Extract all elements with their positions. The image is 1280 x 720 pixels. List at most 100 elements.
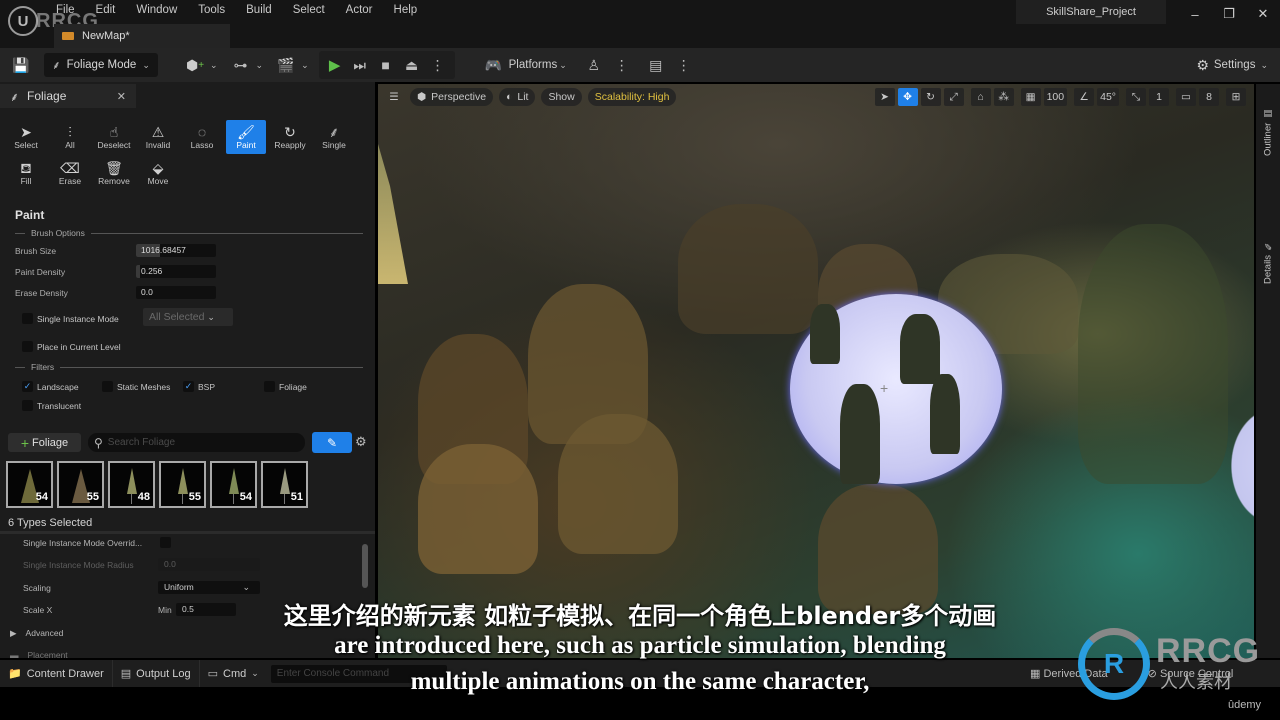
chevron-down-icon[interactable]: ⌄ [559,60,567,71]
foliage-type-thumb[interactable]: 55 [159,461,206,508]
details-scrollbar[interactable] [362,544,368,588]
save-icon[interactable]: 💾 [8,52,34,78]
stop-icon[interactable]: ■ [373,52,399,78]
select-mode-icon[interactable]: ➤ [874,88,895,106]
tree-cluster [818,484,938,614]
menu-tools[interactable]: Tools [198,3,234,16]
more-options-icon[interactable]: ⋮ [425,52,451,78]
blueprint-icon[interactable]: ⊶ [228,52,254,78]
single-radius-field[interactable]: 0.0 [158,558,260,571]
foliage-type-thumb[interactable]: 51 [261,461,308,508]
foliage-tab[interactable]: ⸙ Foliage ✕ [0,84,136,108]
filter-translucent-checkbox[interactable] [22,400,33,411]
world-local-icon[interactable]: ⌂ [970,88,991,106]
foliage-type-thumb[interactable]: 48 [108,461,155,508]
reapply-icon: ↻ [284,124,296,140]
menu-edit[interactable]: Edit [96,3,125,16]
map-tab[interactable]: NewMap* [54,24,230,48]
add-actor-icon[interactable]: ⬢ + [182,52,208,78]
play-icon[interactable]: ▶ [323,56,347,74]
gear-icon[interactable]: ⚙ [355,434,367,450]
menu-build[interactable]: Build [246,3,281,16]
details-tab[interactable]: Details ✎ [1260,224,1276,284]
surface-snap-icon[interactable]: ⁂ [993,88,1014,106]
more-options-icon[interactable]: ⋮ [671,52,697,78]
revision-icon[interactable]: ▤ [643,52,669,78]
restore-button[interactable]: ❐ [1212,0,1246,28]
scale-snap-value[interactable]: 1 [1149,88,1169,106]
single-instance-dropdown[interactable]: All Selected ⌄ [143,308,233,326]
filter-foliage-checkbox[interactable] [264,381,275,392]
tool-invalid[interactable]: ⚠ Invalid [138,120,178,154]
add-foliage-button[interactable]: + Foliage [8,433,81,452]
outliner-tab[interactable]: Outliner ▤ [1260,96,1276,156]
tool-erase[interactable]: ⌫ Erase [50,156,90,190]
tool-all[interactable]: ⫶ All [50,120,90,154]
tool-deselect[interactable]: ☝ Deselect [94,120,134,154]
tool-reapply[interactable]: ↻ Reapply [270,120,310,154]
menu-window[interactable]: Window [136,3,186,16]
settings-button[interactable]: ⚙ Settings ⌄ [1196,48,1268,82]
search-foliage-input[interactable]: ⚲ Search Foliage [88,433,305,452]
filter-static-meshes-checkbox[interactable] [102,381,113,392]
place-current-level-checkbox[interactable] [22,341,33,352]
brush-size-field[interactable]: 1016.68457 [136,244,216,257]
camera-speed-icon[interactable]: ▭ [1176,88,1196,106]
paint-density-field[interactable]: 0.256 [136,265,216,278]
tool-lasso[interactable]: ◌ Lasso [182,120,222,154]
chevron-down-icon[interactable]: ⌄ [301,60,309,71]
rotate-icon[interactable]: ↻ [920,88,941,106]
scale-icon[interactable]: ⤢ [943,88,964,106]
minimize-button[interactable]: – [1178,0,1212,28]
hamburger-menu-icon[interactable]: ☰ [384,88,404,106]
translate-icon[interactable]: ✥ [897,88,918,106]
foliage-type-thumb[interactable]: 55 [57,461,104,508]
rotation-snap-icon[interactable]: ∠ [1074,88,1095,106]
filter-bsp-checkbox[interactable]: ✓ [183,381,194,392]
filter-landscape-checkbox[interactable]: ✓ [22,381,33,392]
lit-button[interactable]: ◐ Lit [499,88,536,106]
tool-remove[interactable]: 🗑 Remove [94,156,134,190]
close-button[interactable]: ✕ [1246,0,1280,28]
menu-select[interactable]: Select [293,3,334,16]
mode-dropdown[interactable]: ⸙ Foliage Mode ⌄ [44,53,158,77]
foliage-type-thumb[interactable]: 54 [210,461,257,508]
filter-bsp-label: BSP [198,382,216,392]
more-options-icon[interactable]: ⋮ [609,52,635,78]
scale-snap-icon[interactable]: ⤡ [1126,88,1146,106]
tool-fill[interactable]: ⛾ Fill [6,156,46,190]
chevron-down-icon[interactable]: ⌄ [256,60,264,71]
close-icon[interactable]: ✕ [117,90,126,103]
single-instance-checkbox[interactable] [22,313,33,324]
eject-icon[interactable]: ⏏ [399,52,425,78]
tool-paint[interactable]: 🖌 Paint [226,120,266,154]
main-toolbar: 💾 ⸙ Foliage Mode ⌄ ⬢ + ⌄ ⊶ ⌄ 🎬 ⌄ ▶ ⏭ ■ ⏏ … [0,48,1280,82]
tool-single[interactable]: ⸙ Single [314,120,354,154]
chevron-down-icon: ⌄ [242,582,250,592]
viewport-layout-icon[interactable]: ⊞ [1226,88,1246,106]
rotation-snap-value[interactable]: 45° [1097,88,1119,106]
tool-move[interactable]: ⬙ Move [138,156,178,190]
menu-actor[interactable]: Actor [346,3,382,16]
camera-speed-value[interactable]: 8 [1199,88,1219,106]
show-button[interactable]: Show [541,88,582,106]
menu-help[interactable]: Help [394,3,427,16]
scaling-dropdown[interactable]: Uniform ⌄ [158,581,260,594]
scalability-button[interactable]: Scalability: High [587,88,677,106]
cinematics-icon[interactable]: 🎬 [273,52,299,78]
grid-snap-icon[interactable]: ▦ [1020,88,1041,106]
foliage-type-thumb[interactable]: 54 [6,461,53,508]
level-viewport[interactable]: + ☰ ⬢ Perspective ◐ Lit Show Scalability: … [378,84,1254,658]
tool-select[interactable]: ➤ Select [6,120,46,154]
grid-snap-value[interactable]: 100 [1043,88,1068,106]
single-override-checkbox[interactable] [160,537,171,548]
source-control-icon[interactable]: ♙ [581,52,607,78]
paint-toggle-button[interactable]: ✎ [312,432,352,453]
step-icon[interactable]: ⏭ [347,52,373,78]
perspective-button[interactable]: ⬢ Perspective [410,88,494,106]
unreal-logo-icon[interactable]: U [8,6,38,36]
erase-density-field[interactable]: 0.0 [136,286,216,299]
platforms-button[interactable]: Platforms [509,59,558,71]
menu-file[interactable]: File [56,3,84,16]
chevron-down-icon[interactable]: ⌄ [210,60,218,71]
